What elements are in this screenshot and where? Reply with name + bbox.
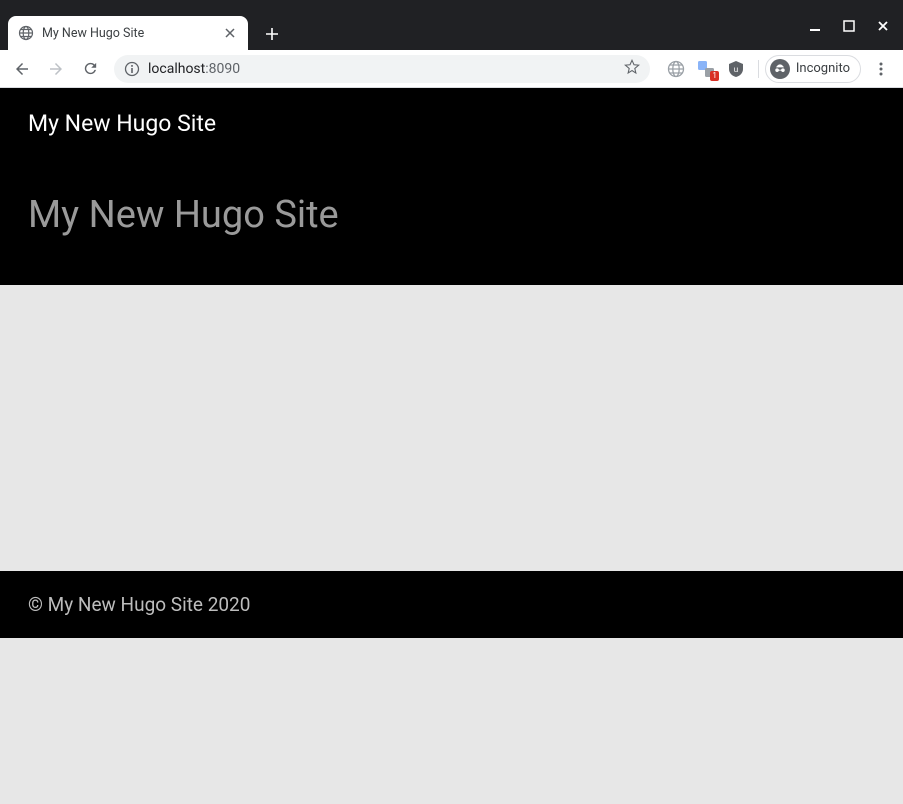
url-text: localhost:8090 (148, 61, 616, 77)
extension-translate-icon[interactable]: 1 (696, 59, 716, 79)
url-port: :8090 (205, 61, 240, 77)
page-heading: My New Hugo Site (28, 193, 875, 237)
browser-menu-button[interactable] (867, 55, 895, 83)
page-content: My New Hugo Site My New Hugo Site © My N… (0, 88, 903, 804)
browser-toolbar: localhost:8090 1 u Incognito (0, 50, 903, 88)
bookmark-star-icon[interactable] (624, 59, 640, 79)
back-button[interactable] (8, 55, 36, 83)
window-controls (807, 18, 891, 34)
page-below-footer (0, 638, 903, 804)
page-viewport: My New Hugo Site My New Hugo Site © My N… (0, 88, 903, 804)
reload-button[interactable] (76, 55, 104, 83)
incognito-label: Incognito (796, 61, 850, 76)
browser-tab[interactable]: My New Hugo Site (8, 16, 248, 50)
site-info-icon[interactable] (124, 61, 140, 77)
extension-globe-icon[interactable] (666, 59, 686, 79)
window-minimize-button[interactable] (807, 18, 823, 34)
extension-icons: 1 u (660, 59, 752, 79)
window-titlebar (0, 0, 903, 14)
tab-close-button[interactable] (222, 25, 238, 41)
toolbar-divider (758, 60, 759, 78)
site-title: My New Hugo Site (28, 110, 875, 137)
window-close-button[interactable] (875, 18, 891, 34)
svg-text:u: u (734, 65, 738, 74)
incognito-indicator[interactable]: Incognito (765, 55, 861, 83)
forward-button[interactable] (42, 55, 70, 83)
url-host: localhost (148, 61, 205, 77)
extension-ublock-icon[interactable]: u (726, 59, 746, 79)
footer-text: © My New Hugo Site 2020 (28, 593, 250, 616)
window-maximize-button[interactable] (841, 18, 857, 34)
tab-strip: My New Hugo Site (0, 14, 903, 50)
page-body (0, 285, 903, 571)
address-bar[interactable]: localhost:8090 (114, 55, 650, 83)
new-tab-button[interactable] (258, 20, 286, 48)
globe-icon (18, 25, 34, 41)
incognito-icon (770, 59, 790, 79)
extension-badge: 1 (710, 71, 719, 81)
page-footer: © My New Hugo Site 2020 (0, 571, 903, 638)
tab-title: My New Hugo Site (42, 26, 214, 41)
page-header: My New Hugo Site My New Hugo Site (0, 88, 903, 285)
